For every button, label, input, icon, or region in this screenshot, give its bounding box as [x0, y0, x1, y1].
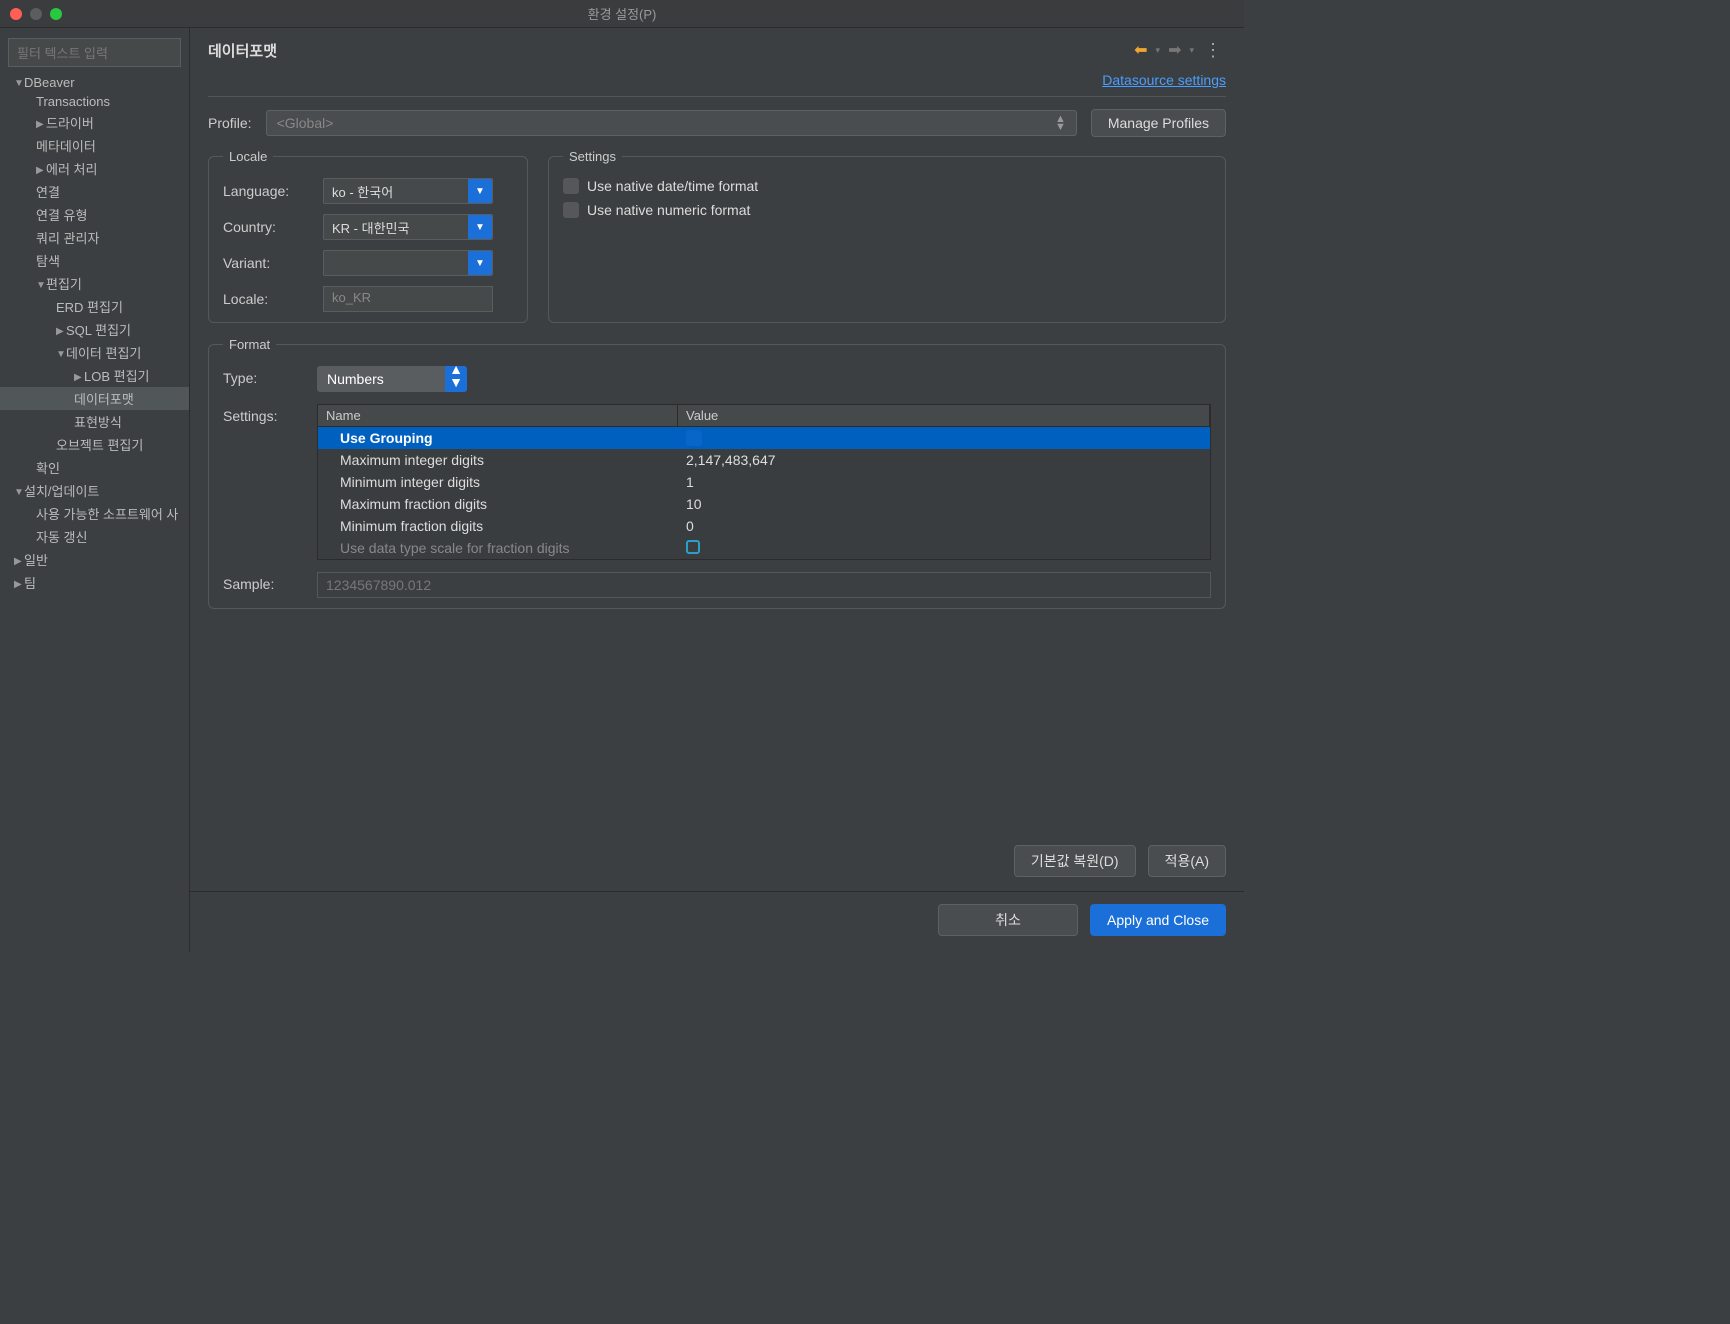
updown-icon: ▲▼: [1055, 115, 1066, 131]
filter-input[interactable]: 필터 텍스트 입력: [8, 38, 181, 67]
manage-profiles-button[interactable]: Manage Profiles: [1091, 109, 1226, 137]
sidebar: 필터 텍스트 입력 DBeaver Transactions 드라이버 메타데이…: [0, 28, 190, 952]
locale-fieldset: Locale Language: ko - 한국어▼ Country: KR -…: [208, 149, 528, 323]
type-select[interactable]: Numbers ▲▼: [317, 366, 467, 392]
variant-label: Variant:: [223, 255, 313, 271]
profile-select[interactable]: <Global> ▲▼: [266, 110, 1077, 136]
setting-name: Maximum fraction digits: [318, 493, 678, 515]
separator: [208, 96, 1226, 97]
col-header-value[interactable]: Value: [678, 405, 1210, 426]
cancel-button[interactable]: 취소: [938, 904, 1078, 936]
tree-dataformat[interactable]: 데이터포맷: [0, 387, 189, 410]
tree-autoupdate[interactable]: 자동 갱신: [0, 525, 189, 548]
nav-back-icon[interactable]: ⬅: [1132, 38, 1149, 62]
setting-value[interactable]: [678, 427, 1210, 449]
nav-forward-icon[interactable]: ➡: [1166, 38, 1183, 62]
table-row[interactable]: Use data type scale for fraction digits: [318, 537, 1210, 559]
setting-name: Maximum integer digits: [318, 449, 678, 471]
tree-conntype[interactable]: 연결 유형: [0, 203, 189, 226]
datasource-settings-link[interactable]: Datasource settings: [1102, 72, 1226, 88]
setting-value[interactable]: [678, 537, 1210, 559]
tree-expr[interactable]: 표현방식: [0, 410, 189, 433]
maximize-window-icon[interactable]: [50, 8, 62, 20]
checkbox-icon: [563, 202, 579, 218]
preferences-tree: DBeaver Transactions 드라이버 메타데이터 에러 처리 연결…: [0, 73, 189, 594]
tree-swsite[interactable]: 사용 가능한 소프트웨어 사: [0, 502, 189, 525]
profile-label: Profile:: [208, 115, 252, 131]
tree-driver[interactable]: 드라이버: [0, 111, 189, 134]
table-row[interactable]: Minimum fraction digits0: [318, 515, 1210, 537]
tree-search[interactable]: 탐색: [0, 249, 189, 272]
tree-team[interactable]: 팀: [0, 571, 189, 594]
checkbox-icon: [686, 430, 702, 446]
apply-close-button[interactable]: Apply and Close: [1090, 904, 1226, 936]
updown-icon: ▲▼: [445, 366, 467, 392]
country-select[interactable]: KR - 대한민국▼: [323, 214, 493, 240]
settings-table-label: Settings:: [223, 404, 303, 424]
tree-lob[interactable]: LOB 편집기: [0, 364, 189, 387]
chevron-down-icon: ▼: [468, 251, 492, 275]
locale-legend: Locale: [223, 149, 273, 164]
locale-label: Locale:: [223, 291, 313, 307]
close-window-icon[interactable]: [10, 8, 22, 20]
minimize-window-icon[interactable]: [30, 8, 42, 20]
window-title: 환경 설정(P): [588, 4, 657, 23]
titlebar: 환경 설정(P): [0, 0, 1244, 28]
setting-name: Use Grouping: [318, 427, 678, 449]
language-select[interactable]: ko - 한국어▼: [323, 178, 493, 204]
restore-defaults-button[interactable]: 기본값 복원(D): [1014, 845, 1136, 877]
tree-dataeditor[interactable]: 데이터 편집기: [0, 341, 189, 364]
setting-value[interactable]: 2,147,483,647: [678, 449, 1210, 471]
tree-connection[interactable]: 연결: [0, 180, 189, 203]
tree-objeditor[interactable]: 오브젝트 편집기: [0, 433, 189, 456]
sample-input[interactable]: [317, 572, 1211, 598]
type-label: Type:: [223, 366, 303, 386]
sample-label: Sample:: [223, 572, 303, 592]
chevron-down-icon: ▼: [468, 179, 492, 203]
native-numeric-checkbox[interactable]: Use native numeric format: [563, 202, 1211, 218]
checkbox-icon: [563, 178, 579, 194]
chevron-down-icon: ▼: [468, 215, 492, 239]
table-row[interactable]: Maximum integer digits2,147,483,647: [318, 449, 1210, 471]
setting-name: Use data type scale for fraction digits: [318, 537, 678, 559]
format-legend: Format: [223, 337, 276, 352]
variant-select[interactable]: ▼: [323, 250, 493, 276]
tree-error[interactable]: 에러 처리: [0, 157, 189, 180]
settings-fieldset: Settings Use native date/time format Use…: [548, 149, 1226, 323]
setting-value[interactable]: 0: [678, 515, 1210, 537]
content-header: 데이터포맷 ⬅▾ ➡▾ ⋮: [190, 28, 1244, 68]
native-datetime-checkbox[interactable]: Use native date/time format: [563, 178, 1211, 194]
country-label: Country:: [223, 219, 313, 235]
col-header-name[interactable]: Name: [318, 405, 678, 426]
tree-confirm[interactable]: 확인: [0, 456, 189, 479]
menu-kebab-icon[interactable]: ⋮: [1200, 40, 1226, 61]
tree-transactions[interactable]: Transactions: [0, 92, 189, 111]
language-label: Language:: [223, 183, 313, 199]
tree-sql[interactable]: SQL 편집기: [0, 318, 189, 341]
checkbox-icon: [686, 540, 700, 554]
table-row[interactable]: Minimum integer digits1: [318, 471, 1210, 493]
tree-querymgr[interactable]: 쿼리 관리자: [0, 226, 189, 249]
table-row[interactable]: Use Grouping: [318, 427, 1210, 449]
page-title: 데이터포맷: [208, 40, 1132, 61]
setting-value[interactable]: 10: [678, 493, 1210, 515]
settings-legend: Settings: [563, 149, 622, 164]
tree-erd[interactable]: ERD 편집기: [0, 295, 189, 318]
tree-general[interactable]: 일반: [0, 548, 189, 571]
setting-name: Minimum integer digits: [318, 471, 678, 493]
table-row[interactable]: Maximum fraction digits10: [318, 493, 1210, 515]
setting-name: Minimum fraction digits: [318, 515, 678, 537]
tree-install[interactable]: 설치/업데이트: [0, 479, 189, 502]
settings-table: Name Value Use GroupingMaximum integer d…: [317, 404, 1211, 560]
locale-field[interactable]: ko_KR: [323, 286, 493, 312]
tree-dbeaver[interactable]: DBeaver: [0, 73, 189, 92]
format-fieldset: Format Type: Numbers ▲▼ Settings: Name V…: [208, 337, 1226, 609]
tree-metadata[interactable]: 메타데이터: [0, 134, 189, 157]
setting-value[interactable]: 1: [678, 471, 1210, 493]
apply-button[interactable]: 적용(A): [1148, 845, 1226, 877]
tree-editor[interactable]: 편집기: [0, 272, 189, 295]
window-controls: [10, 8, 62, 20]
